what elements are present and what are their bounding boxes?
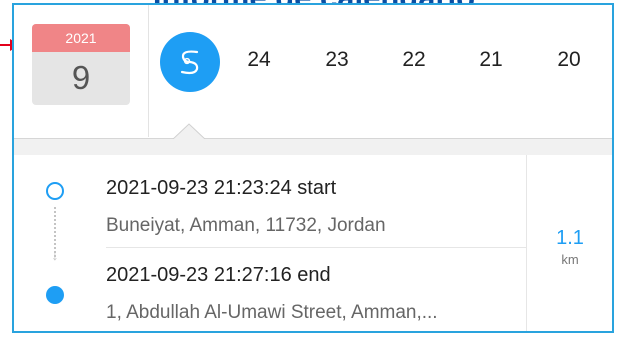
row-divider [106, 247, 526, 248]
calendar-cell[interactable]: 2021 9 [14, 5, 149, 137]
day-item[interactable]: 20 [549, 48, 589, 72]
arrow-down-icon: ↓ [51, 247, 59, 263]
day-item[interactable]: 24 [239, 48, 279, 72]
day-item[interactable]: 23 [317, 48, 357, 72]
end-address: 1, Abdullah Al-Umawi Street, Amman,... [106, 302, 438, 323]
calendar-report-panel: 2021 9 24 23 22 21 20 ↓ 2021-09-23 21:23… [12, 3, 614, 333]
start-circle-icon [46, 182, 64, 200]
trip-list: ↓ 2021-09-23 21:23:24 start Buneiyat, Am… [14, 139, 612, 331]
distance-unit: km [561, 252, 579, 267]
trip-card[interactable]: ↓ 2021-09-23 21:23:24 start Buneiyat, Am… [14, 155, 612, 331]
calendar-icon[interactable]: 2021 9 [32, 24, 130, 105]
distance-column: 1.1 km [526, 155, 612, 331]
day-item[interactable]: 21 [471, 48, 511, 72]
route-path-icon [180, 50, 199, 75]
calendar-year: 2021 [32, 24, 130, 52]
start-address: Buneiyat, Amman, 11732, Jordan [106, 215, 386, 236]
end-dot-icon [46, 286, 64, 304]
date-strip: 2021 9 24 23 22 21 20 [14, 5, 612, 139]
day-item[interactable]: 22 [394, 48, 434, 72]
calendar-day: 9 [71, 59, 91, 96]
route-s-icon[interactable] [160, 32, 220, 92]
start-time: 2021-09-23 21:23:24 start [106, 177, 337, 199]
trip-path-icons: ↓ [34, 155, 84, 331]
end-time: 2021-09-23 21:27:16 end [106, 264, 331, 286]
distance-value: 1.1 [556, 227, 584, 249]
